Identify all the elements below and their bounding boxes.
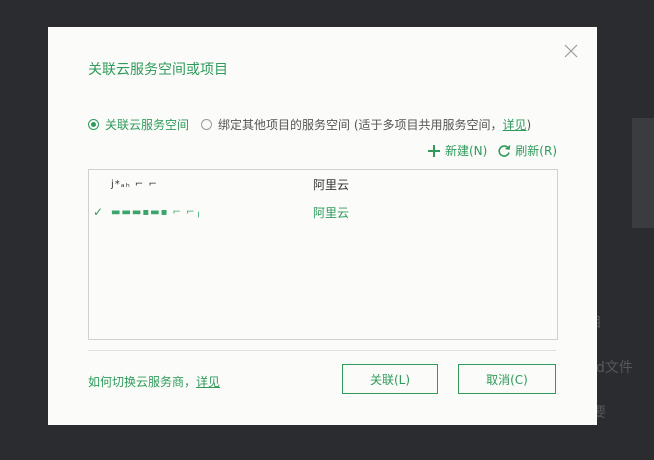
- space-provider: 阿里云: [313, 177, 350, 192]
- space-mode-radio-group: 关联云服务空间 绑定其他项目的服务空间 (适于多项目共用服务空间， 详见 ): [88, 116, 531, 133]
- dialog-title: 关联云服务空间或项目: [88, 62, 228, 78]
- radio-checked-icon: [88, 119, 99, 130]
- radio-bind-other-project[interactable]: 绑定其他项目的服务空间 (适于多项目共用服务空间， 详见 ): [201, 116, 531, 133]
- checkmark-icon: ✓: [93, 205, 104, 219]
- cancel-button[interactable]: 取消(C): [458, 364, 556, 394]
- backdrop-text: d文件: [596, 360, 633, 376]
- refresh-label: 刷新(R): [515, 144, 557, 158]
- help-text: 如何切换云服务商，: [88, 375, 197, 389]
- details-link[interactable]: 详见: [503, 116, 527, 133]
- new-space-button[interactable]: 新建(N): [427, 142, 487, 159]
- refresh-button[interactable]: 刷新(R): [497, 142, 557, 159]
- radio-unchecked-icon: [201, 119, 213, 130]
- radio-label: 绑定其他项目的服务空间 (适于多项目共用服务空间，: [218, 118, 503, 132]
- plus-icon: [427, 144, 440, 157]
- radio-label: 关联云服务空间: [105, 118, 190, 132]
- space-list-item[interactable]: ✓ ▬▬▬▪▬▪ ⌐ ⌐╷ 阿里云: [89, 201, 557, 223]
- close-button[interactable]: [563, 43, 579, 59]
- space-name: ▬▬▬▪▬▪ ⌐ ⌐╷: [111, 206, 203, 218]
- link-cloud-space-dialog: 关联云服务空间或项目 关联云服务空间 绑定其他项目的服务空间 (适于多项目共用服…: [48, 27, 597, 425]
- radio-label-suffix: ): [526, 117, 532, 132]
- space-provider: 阿里云: [313, 205, 350, 220]
- close-icon: [564, 44, 578, 58]
- new-space-label: 新建(N): [444, 144, 488, 158]
- refresh-icon: [498, 144, 511, 157]
- help-details-link[interactable]: 详见: [196, 375, 220, 389]
- footer-divider: [88, 350, 556, 351]
- link-button[interactable]: 关联(L): [342, 364, 438, 394]
- space-toolbar: 新建(N) 刷新(R): [427, 142, 557, 159]
- switch-provider-help: 如何切换云服务商，详见: [88, 373, 220, 390]
- space-list-item[interactable]: j*ₐₕ ⌐ ⌐ 阿里云: [89, 173, 557, 195]
- space-name: j*ₐₕ ⌐ ⌐: [111, 178, 158, 190]
- radio-link-space[interactable]: 关联云服务空间: [88, 116, 189, 133]
- space-list[interactable]: j*ₐₕ ⌐ ⌐ 阿里云 ✓ ▬▬▬▪▬▪ ⌐ ⌐╷ 阿里云: [88, 169, 558, 340]
- backdrop-shape: [632, 118, 654, 228]
